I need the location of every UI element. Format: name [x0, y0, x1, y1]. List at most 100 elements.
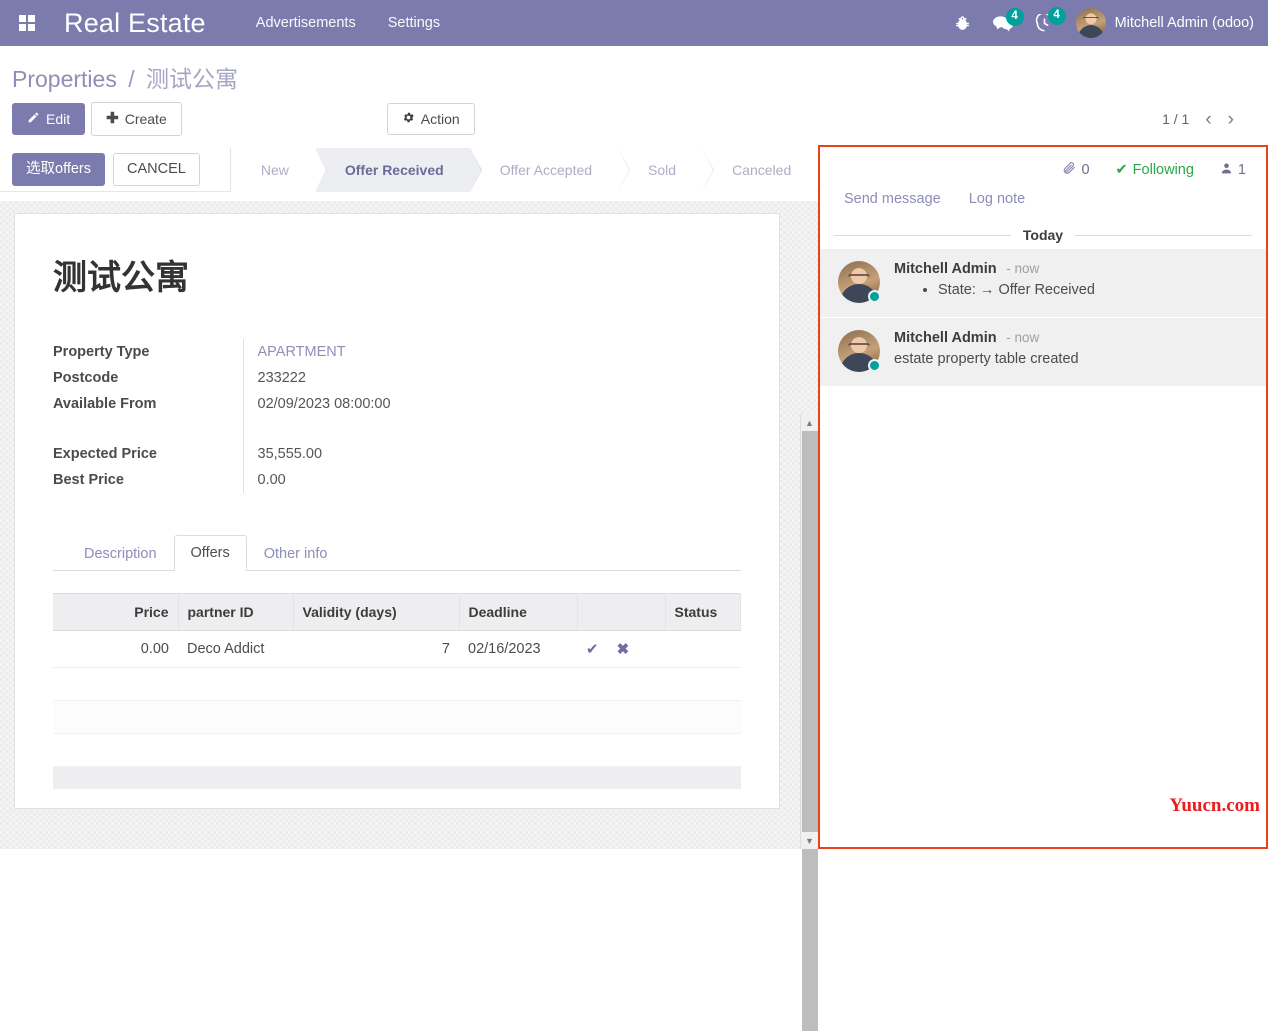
breadcrumb-separator: /	[128, 66, 135, 92]
message-header: Mitchell Admin - now	[894, 330, 1250, 346]
col-status[interactable]: Status	[665, 593, 741, 631]
followers-button[interactable]: 1	[1220, 162, 1246, 179]
edit-button[interactable]: Edit	[12, 102, 86, 136]
apps-grid-icon	[19, 15, 35, 31]
col-partner-id[interactable]: partner ID	[178, 593, 294, 631]
pencil-icon	[27, 111, 40, 128]
following-button[interactable]: ✔ Following	[1116, 162, 1194, 178]
day-separator-label: Today	[1022, 227, 1064, 243]
gear-icon	[402, 111, 415, 128]
paperclip-icon	[1062, 161, 1076, 179]
log-note-button[interactable]: Log note	[969, 191, 1025, 207]
chatter-message: Mitchell Admin - now State: → Offer Rece…	[820, 249, 1266, 318]
create-button[interactable]: ✚ Create	[91, 102, 182, 136]
messages-badge: 4	[1005, 7, 1024, 26]
tab-description[interactable]: Description	[67, 536, 174, 571]
cell-validity[interactable]: 7	[293, 630, 459, 668]
cancel-button[interactable]: CANCEL	[113, 152, 200, 187]
action-button[interactable]: Action	[386, 102, 475, 136]
message-timestamp: - now	[1006, 261, 1040, 276]
notebook-tabs: Description Offers Other info	[53, 535, 741, 571]
triangle-down-icon[interactable]: ▼	[801, 832, 818, 849]
col-actions	[577, 593, 666, 631]
offers-table: Price partner ID Validity (days) Deadlin…	[53, 593, 741, 789]
cross-icon[interactable]: ✖	[617, 641, 630, 658]
cell-deadline[interactable]: 02/16/2023	[459, 630, 577, 668]
sheet-vertical-scrollbar[interactable]: ▲ ▼	[800, 414, 818, 1031]
notebook: Description Offers Other info Price part…	[53, 535, 741, 789]
value-property-type[interactable]: APARTMENT	[242, 339, 493, 365]
triangle-up-icon[interactable]: ▲	[801, 414, 818, 431]
cell-partner[interactable]: Deco Addict	[178, 630, 293, 668]
select-offers-button[interactable]: 选取offers	[12, 152, 106, 187]
record-title: 测试公寓	[53, 259, 189, 297]
stage-statusbar: New Offer Received Offer Accepted Sold C…	[229, 147, 818, 192]
tab-other-info[interactable]: Other info	[247, 536, 345, 571]
chatter-composer-buttons: Send message Log note	[820, 181, 1266, 223]
apps-menu-toggle[interactable]	[10, 15, 44, 31]
col-validity[interactable]: Validity (days)	[293, 593, 460, 631]
stage-offer-accepted[interactable]: Offer Accepted	[469, 147, 631, 192]
navbar-menu: Advertisements Settings	[256, 15, 440, 31]
table-empty-row	[53, 700, 741, 734]
message-header: Mitchell Admin - now	[894, 261, 1250, 277]
nav-item-advertisements[interactable]: Advertisements	[256, 15, 356, 31]
user-icon	[1220, 162, 1233, 179]
breadcrumb-root[interactable]: Properties	[12, 66, 117, 92]
check-icon[interactable]: ✔	[586, 641, 599, 658]
label-expected-price: Expected Price	[53, 446, 157, 462]
value-postcode: 233222	[242, 365, 493, 391]
edit-button-label: Edit	[46, 110, 71, 127]
check-icon: ✔	[1115, 162, 1128, 178]
form-sheet: 测试公寓 Property Type APARTMENT Postcode 23…	[14, 213, 780, 809]
watermark: Yuucn.com	[1169, 795, 1260, 816]
tab-offers[interactable]: Offers	[173, 535, 247, 571]
avatar	[838, 261, 881, 303]
col-deadline[interactable]: Deadline	[459, 593, 578, 631]
message-timestamp: - now	[1006, 330, 1040, 345]
chatter-topbar: 0 ✔ Following 1	[820, 147, 1266, 181]
attachments-count: 0	[1081, 162, 1090, 178]
separator-line-right	[1075, 234, 1253, 236]
messages-icon[interactable]: 4	[992, 7, 1024, 32]
separator-line-left	[834, 234, 1011, 236]
field-row-postcode: Postcode 233222	[53, 365, 493, 391]
app-brand-title[interactable]: Real Estate	[64, 8, 206, 39]
stage-offer-received[interactable]: Offer Received	[314, 147, 482, 192]
label-property-type: Property Type	[53, 344, 150, 360]
message-author[interactable]: Mitchell Admin	[894, 261, 997, 277]
field-row-best-price: Best Price 0.00	[53, 467, 493, 493]
activities-clock-icon[interactable]: 4	[1035, 6, 1066, 33]
nav-item-settings[interactable]: Settings	[388, 15, 440, 31]
control-panel-buttons: Edit ✚ Create Action 1 / 1 ‹ ›	[12, 98, 1256, 148]
chevron-left-icon[interactable]: ‹	[1205, 110, 1211, 129]
online-status-dot	[868, 290, 881, 303]
stage-canceled[interactable]: Canceled	[702, 147, 818, 192]
bug-icon[interactable]	[954, 15, 971, 32]
user-avatar	[1075, 8, 1106, 38]
statusbar-buttons: 选取offers CANCEL	[12, 152, 200, 187]
chevron-right-icon[interactable]: ›	[1228, 110, 1234, 129]
message-author[interactable]: Mitchell Admin	[894, 330, 997, 346]
attachments-button[interactable]: 0	[1062, 161, 1090, 179]
label-available-from: Available From	[53, 396, 157, 412]
table-empty-row	[53, 733, 741, 767]
message-tracking-line: State: → Offer Received	[938, 282, 1250, 298]
value-expected-price: 35,555.00	[242, 441, 493, 467]
top-navbar: Real Estate Advertisements Settings 4 4	[0, 0, 1268, 46]
user-menu[interactable]: Mitchell Admin (odoo)	[1075, 8, 1254, 38]
field-row-expected-price: Expected Price 35,555.00	[53, 441, 493, 467]
table-row[interactable]: 0.00 Deco Addict 7 02/16/2023 ✔ ✖	[53, 630, 741, 668]
col-price[interactable]: Price	[53, 593, 179, 631]
navbar-systray: 4 4 Mitchell Admin (odoo)	[954, 6, 1258, 38]
stage-sold[interactable]: Sold	[618, 147, 715, 192]
stage-new[interactable]: New	[230, 147, 327, 192]
field-row-property-type: Property Type APARTMENT	[53, 339, 493, 365]
cell-status[interactable]	[665, 630, 741, 668]
table-empty-row	[53, 667, 741, 701]
cell-price[interactable]: 0.00	[53, 630, 178, 668]
table-footer-row	[53, 766, 741, 789]
scrollbar-thumb[interactable]	[802, 431, 818, 1031]
send-message-button[interactable]: Send message	[844, 191, 941, 207]
label-postcode: Postcode	[53, 370, 119, 386]
